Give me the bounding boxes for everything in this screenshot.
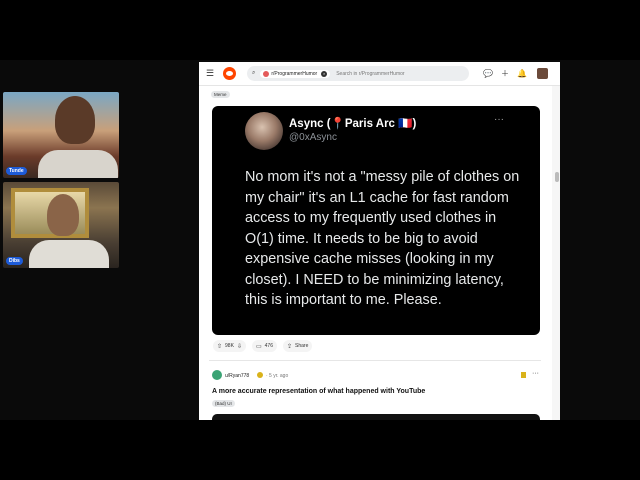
reddit-header: ☰ ⌕ r/ProgrammerHumor × Search in r/Prog…	[199, 62, 560, 86]
author-username[interactable]: u/Ryan778	[225, 373, 249, 379]
participant-head	[47, 194, 79, 236]
search-input[interactable]: Search in r/ProgrammerHumor	[336, 71, 404, 77]
author-avatar[interactable]	[212, 370, 222, 380]
reddit-logo-icon[interactable]	[221, 62, 237, 85]
participant-head	[55, 96, 95, 144]
upvote-icon: ⇧	[217, 343, 223, 350]
vote-button[interactable]: ⇧ 98K ⇩	[213, 340, 246, 352]
comments-button[interactable]: ▭ 476	[251, 340, 277, 352]
tweet-image[interactable]: Async (📍Paris Arc 🇫🇷) @0xAsync ··· No mo…	[212, 106, 540, 335]
comment-icon: ▭	[255, 343, 262, 350]
comment-count: 476	[264, 343, 273, 349]
participant-tile-tunde[interactable]: Tunde	[3, 92, 119, 178]
chat-icon[interactable]: 💬	[482, 62, 494, 85]
more-options-icon[interactable]: ···	[532, 370, 539, 377]
post-card[interactable]: u/Ryan778 · 5 yr. ago ··· A more accurat…	[199, 364, 552, 420]
subreddit-icon	[263, 70, 270, 77]
participant-body	[38, 150, 118, 178]
subreddit-chip-label: r/ProgrammerHumor	[271, 70, 318, 77]
tweet-display-name: Async (📍Paris Arc 🇫🇷)	[289, 118, 417, 130]
shared-browser-window: ☰ ⌕ r/ProgrammerHumor × Search in r/Prog…	[199, 62, 560, 420]
post-timestamp: · 5 yr. ago	[266, 373, 289, 379]
post-feed: Meme Async (📍Paris Arc 🇫🇷) @0xAsync ··· …	[199, 86, 552, 420]
share-icon: ⇪	[286, 343, 293, 350]
tweet-text: No mom it's not a "messy pile of clothes…	[245, 169, 520, 308]
participant-tile-dibs[interactable]: Dibs	[3, 182, 119, 268]
post-title[interactable]: A more accurate representation of what h…	[212, 388, 425, 395]
participant-name-tag: Dibs	[6, 257, 23, 265]
create-post-icon[interactable]: ＋	[499, 62, 511, 85]
participant-body	[29, 240, 109, 268]
close-icon[interactable]: ×	[321, 70, 328, 77]
post-actions: ⇧ 98K ⇩ ▭ 476 ⇪ Share	[213, 340, 313, 352]
post-flair[interactable]: Meme	[211, 91, 230, 98]
vote-count: 98K	[225, 343, 234, 349]
downvote-icon: ⇩	[236, 343, 242, 350]
share-label: Share	[295, 343, 309, 349]
bell-icon[interactable]: 🔔	[516, 62, 528, 85]
more-icon: ···	[494, 114, 504, 125]
tweet-avatar	[245, 112, 283, 150]
tweet-handle: @0xAsync	[289, 132, 337, 143]
pinned-ribbon-icon	[521, 372, 526, 378]
scrollbar-thumb[interactable]	[555, 172, 559, 182]
share-button[interactable]: ⇪ Share	[282, 340, 313, 352]
post-media[interactable]	[212, 414, 540, 420]
award-badge-icon	[257, 372, 263, 378]
scrollbar[interactable]	[552, 86, 560, 420]
participant-name-tag: Tunde	[6, 167, 27, 175]
search-icon: ⌕	[252, 70, 256, 76]
subreddit-chip[interactable]: r/ProgrammerHumor ×	[260, 69, 331, 78]
divider	[209, 360, 541, 361]
user-avatar[interactable]	[535, 62, 549, 85]
hamburger-menu-icon[interactable]: ☰	[203, 62, 217, 85]
post-flair[interactable]: (Bad) UI	[212, 400, 235, 407]
search-bar[interactable]: ⌕ r/ProgrammerHumor × Search in r/Progra…	[247, 66, 469, 81]
